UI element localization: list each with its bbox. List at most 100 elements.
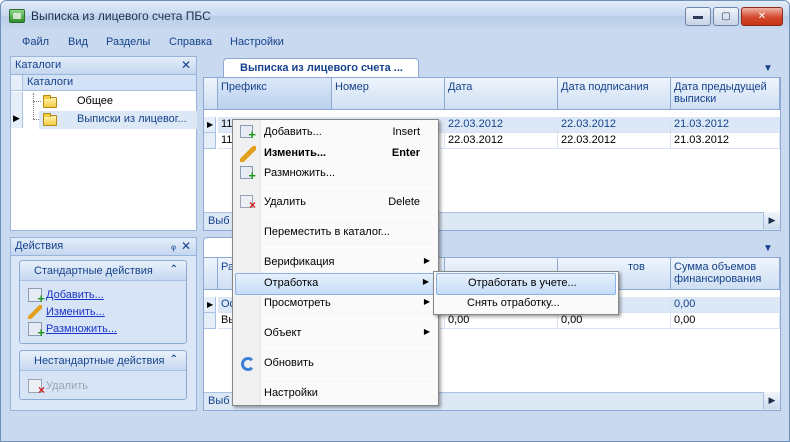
ctx-multiply[interactable]: Размножить... (235, 163, 436, 185)
ctx-settings[interactable]: Настройки (235, 383, 436, 405)
ctx-delete[interactable]: Удалить Delete (235, 192, 436, 214)
delete-icon (240, 195, 256, 212)
standard-actions-header[interactable]: Стандартные действия ⌃ (20, 261, 186, 281)
ctx-delete-label: Удалить (264, 196, 306, 208)
close-icon: ✕ (757, 11, 767, 22)
catalog-item-general[interactable]: Общее (11, 93, 196, 111)
nonstandard-actions-header[interactable]: Нестандартные действия ⌃ (20, 351, 186, 371)
ctx-move-to-catalog[interactable]: Переместить в каталог... (235, 222, 436, 244)
submenu-arrow-icon: ▶ (423, 256, 430, 265)
catalogs-close-icon[interactable]: ✕ (181, 59, 191, 71)
maximize-button[interactable]: ▢ (713, 7, 739, 26)
table-cell[interactable]: 0,00 (671, 297, 780, 313)
maximize-icon: ▢ (721, 11, 731, 22)
submenu-process-label: Отработать в учете... (468, 277, 577, 289)
standard-actions-group: Стандартные действия ⌃ Добавить... Измен… (19, 260, 187, 344)
app-icon (9, 9, 25, 23)
processing-submenu: Отработать в учете... Снять отработку... (433, 271, 619, 315)
pin-icon[interactable]: ᵩ (171, 240, 176, 252)
ctx-object-label: Объект (264, 327, 302, 339)
submenu-cancel-processing[interactable]: Снять отработку... (436, 293, 616, 315)
action-add-link[interactable]: Добавить... (46, 289, 104, 301)
catalogs-panel: Каталоги ✕ Каталоги ▶ Общее Выписки из л… (10, 56, 197, 231)
ctx-refresh[interactable]: Обновить (235, 353, 436, 375)
col-header-date[interactable]: Дата (445, 78, 558, 110)
action-edit-link[interactable]: Изменить... (46, 306, 105, 318)
main-window: Выписка из лицевого счета ПБС ▬ ▢ ✕ Файл… (0, 0, 790, 442)
catalog-item-statements[interactable]: Выписки из лицевог... (39, 111, 197, 129)
ctx-edit[interactable]: Изменить... Enter (235, 143, 436, 165)
menu-view[interactable]: Вид (68, 36, 88, 48)
row-indicator[interactable] (204, 133, 216, 149)
folder-icon (43, 113, 57, 126)
table-cell[interactable]: 0,00 (671, 313, 780, 329)
catalogs-panel-title: Каталоги (15, 59, 62, 71)
col-header-prefix[interactable]: Префикс (218, 78, 332, 110)
ctx-edit-label: Изменить... (264, 147, 327, 159)
menu-help[interactable]: Справка (169, 36, 212, 48)
menu-file[interactable]: Файл (22, 36, 49, 48)
table-cell[interactable]: 0,00 (558, 313, 671, 329)
ctx-view-label: Просмотреть (264, 297, 331, 309)
ctx-add[interactable]: Добавить... Insert (235, 122, 436, 144)
action-delete-link[interactable]: Удалить (46, 380, 88, 392)
catalogs-tree-header: Каталоги (11, 75, 196, 91)
title-bar[interactable]: Выписка из лицевого счета ПБС ▬ ▢ ✕ (1, 1, 789, 31)
ctx-refresh-label: Обновить (264, 357, 314, 369)
submenu-cancel-label: Снять отработку... (467, 297, 560, 309)
action-multiply-link[interactable]: Размножить... (46, 323, 117, 335)
add-icon (240, 125, 256, 142)
add-icon (28, 288, 45, 306)
multiply-icon (28, 322, 45, 340)
menu-sections[interactable]: Разделы (106, 36, 150, 48)
ctx-separator (263, 217, 436, 218)
col-header-sign-date[interactable]: Дата подписания (558, 78, 671, 110)
table-cell[interactable]: 22.03.2012 (558, 117, 671, 133)
grid-corner (204, 258, 218, 290)
actions-panel: Действия ᵩ ✕ Стандартные действия ⌃ Доба… (10, 237, 197, 411)
grid-footer-label: Выб (208, 215, 230, 227)
actions-panel-caption: Действия ᵩ ✕ (11, 238, 196, 256)
row-indicator[interactable] (204, 313, 216, 329)
table-cell[interactable]: 22.03.2012 (445, 117, 558, 133)
scroll-right-button[interactable]: ▶ (763, 212, 780, 229)
collapse-icon[interactable]: ⌃ (170, 354, 178, 365)
col-header-prev-date[interactable]: Дата предыдущей выписки (671, 78, 780, 110)
ctx-processing[interactable]: Отработка ▶ (235, 273, 436, 295)
window-title: Выписка из лицевого счета ПБС (31, 9, 211, 23)
ctx-separator (263, 318, 436, 319)
menu-settings[interactable]: Настройки (230, 36, 284, 48)
edit-icon (240, 146, 256, 162)
ctx-view[interactable]: Просмотреть ▶ (235, 293, 436, 315)
submenu-arrow-icon: ▶ (423, 327, 430, 336)
close-button[interactable]: ✕ (741, 7, 783, 26)
table-cell[interactable]: 22.03.2012 (558, 133, 671, 149)
col-header-funding-sum[interactable]: Сумма объемов финансирования (671, 258, 780, 290)
actions-close-icon[interactable]: ✕ (181, 240, 191, 252)
menu-bar: Файл Вид Разделы Справка Настройки (1, 33, 789, 53)
ctx-delete-shortcut: Delete (388, 196, 420, 208)
submenu-process-in-accounting[interactable]: Отработать в учете... (436, 273, 616, 295)
table-cell[interactable]: 21.03.2012 (671, 117, 780, 133)
ctx-add-shortcut: Insert (392, 126, 420, 138)
scroll-right-button[interactable]: ▶ (763, 392, 780, 409)
ctx-add-label: Добавить... (264, 126, 322, 138)
submenu-arrow-icon: ▶ (423, 297, 430, 306)
tab-list-dropdown-icon[interactable]: ▼ (763, 63, 773, 74)
ctx-verification[interactable]: Верификация ▶ (235, 252, 436, 274)
collapse-icon[interactable]: ⌃ (170, 264, 178, 275)
table-cell[interactable]: 0,00 (445, 313, 558, 329)
ctx-object[interactable]: Объект ▶ (235, 323, 436, 345)
table-cell[interactable]: 22.03.2012 (445, 133, 558, 149)
table-cell[interactable]: 21.03.2012 (671, 133, 780, 149)
ctx-separator (263, 188, 436, 189)
tab-statement[interactable]: Выписка из лицевого счета ... (223, 58, 419, 78)
minimize-button[interactable]: ▬ (685, 7, 711, 26)
ctx-edit-shortcut: Enter (391, 147, 420, 159)
col-header-number[interactable]: Номер (332, 78, 445, 110)
bottom-tab-dropdown-icon[interactable]: ▼ (763, 243, 773, 254)
catalogs-header-label: Каталоги (27, 76, 74, 88)
current-row-marker-icon: ▶ (207, 300, 214, 309)
current-row-marker-icon: ▶ (13, 113, 20, 123)
actions-panel-title: Действия (15, 240, 64, 252)
